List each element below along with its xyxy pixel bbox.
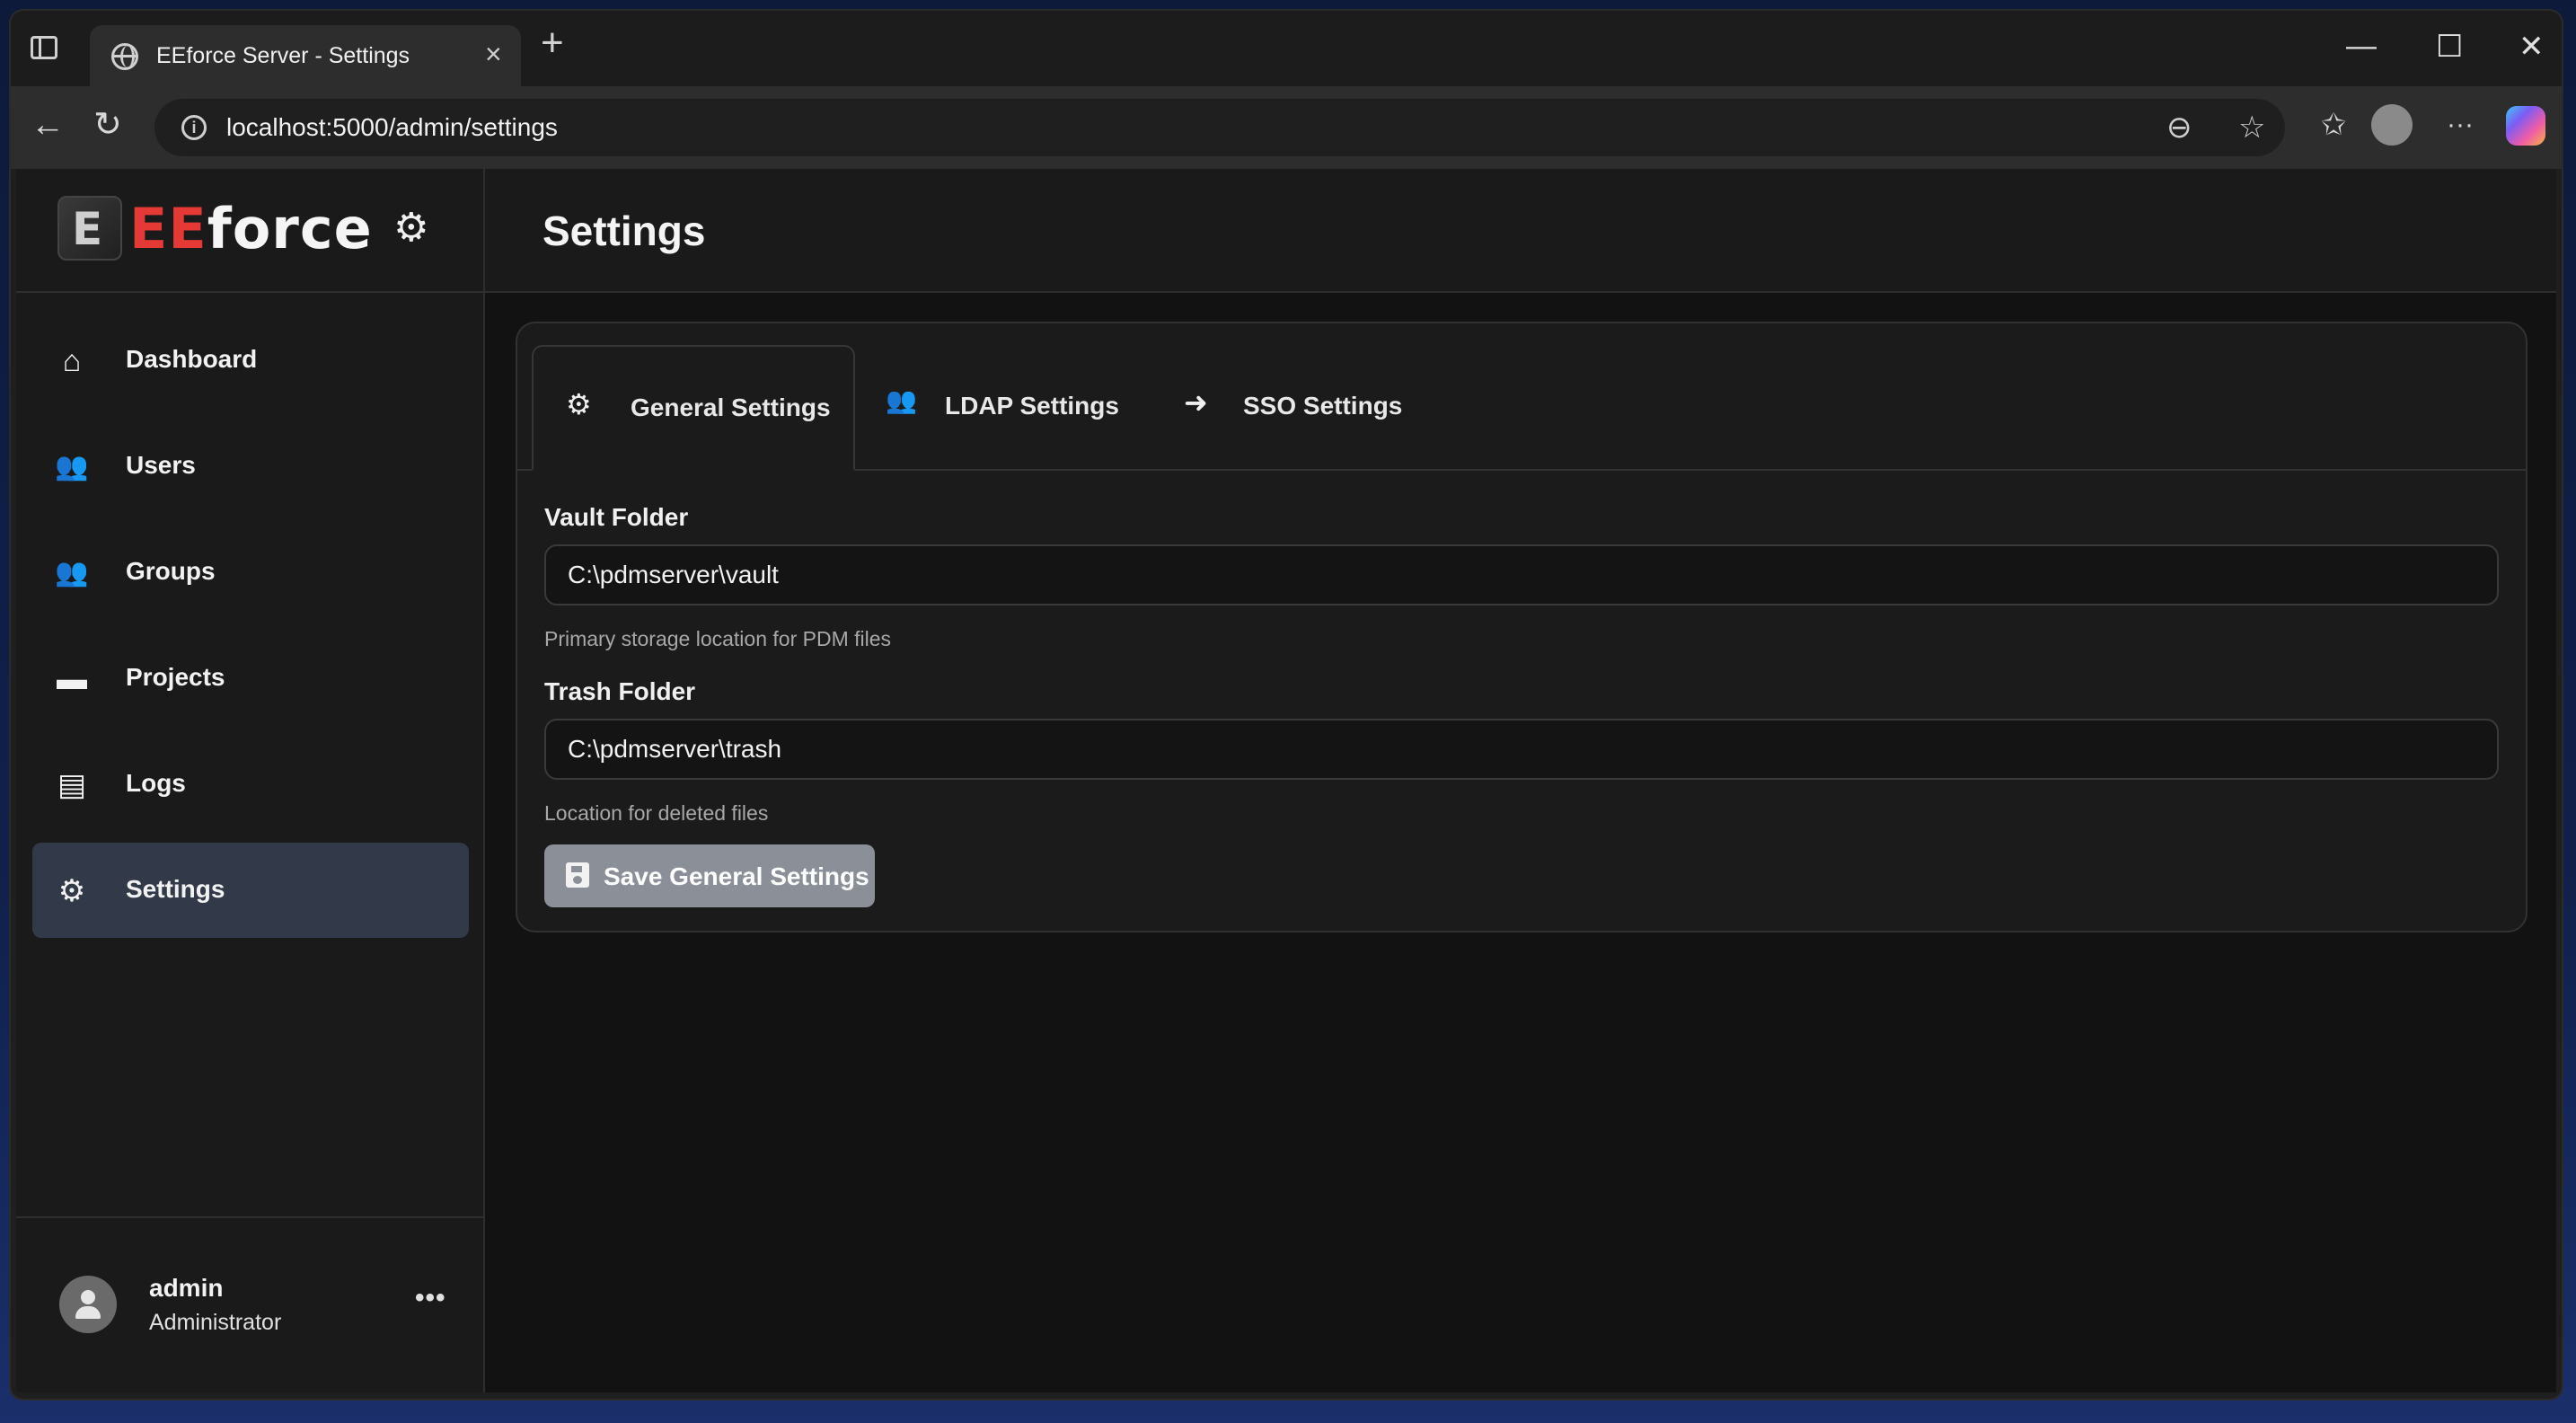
save-general-settings-button[interactable]: Save General Settings <box>544 844 875 907</box>
copilot-icon[interactable] <box>2506 106 2545 146</box>
tab-close-icon[interactable]: × <box>485 38 502 71</box>
trash-folder-label: Trash Folder <box>544 677 696 705</box>
page-title: Settings <box>543 208 706 254</box>
sidebar-item-label: Logs <box>126 769 186 797</box>
favorites-hub-icon[interactable]: ✩ <box>2321 110 2347 140</box>
tab-sso-settings[interactable]: ➜ SSO Settings <box>1160 345 1430 471</box>
gear-icon: ⚙ <box>57 874 86 908</box>
main-content: Settings ⚙ General Settings 👥 LDAP Setti… <box>485 169 2556 1392</box>
sidebar: EEforce ⚙ ⌂ Dashboard 👥 Users 👥 Groups ▬… <box>16 169 485 1392</box>
sidebar-item-logs[interactable]: ▤ Logs <box>32 737 469 832</box>
back-arrow-icon[interactable]: ← <box>31 108 65 142</box>
main-header: Settings <box>485 169 2556 293</box>
logo-wordmark: EEforce <box>129 196 373 261</box>
sidebar-item-settings[interactable]: ⚙ Settings <box>32 843 469 938</box>
tab-label: SSO Settings <box>1243 392 1403 420</box>
sidebar-item-groups[interactable]: 👥 Groups <box>32 525 469 620</box>
gear-icon: ⚙ <box>566 388 592 420</box>
settings-tabs: ⚙ General Settings 👥 LDAP Settings ➜ SSO… <box>517 323 2526 471</box>
new-tab-button[interactable]: + <box>541 23 564 63</box>
address-bar[interactable]: i localhost:5000/admin/settings ⊖ ☆ <box>154 99 2285 156</box>
close-window-button[interactable]: ✕ <box>2519 29 2545 65</box>
sidebar-item-dashboard[interactable]: ⌂ Dashboard <box>32 313 469 408</box>
profile-avatar[interactable] <box>2371 104 2413 146</box>
sidebar-item-label: Settings <box>126 875 225 903</box>
maximize-button[interactable]: ☐ <box>2436 29 2463 65</box>
site-info-icon[interactable]: i <box>181 115 207 140</box>
minimize-button[interactable]: — <box>2346 29 2377 64</box>
browser-tab[interactable]: EEforce Server - Settings × <box>90 25 521 88</box>
trash-folder-input[interactable] <box>544 719 2499 780</box>
read-aloud-icon[interactable]: ⊖ <box>2166 110 2192 146</box>
user-avatar <box>59 1276 117 1333</box>
folder-icon: ▬ <box>57 662 87 696</box>
browser-window: EEforce Server - Settings × + — ☐ ✕ ← ↻ … <box>11 11 2562 1399</box>
sign-in-icon: ➜ <box>1184 386 1208 419</box>
user-role: Administrator <box>149 1310 282 1335</box>
brand-header: EEforce ⚙ <box>16 169 483 293</box>
tab-label: General Settings <box>631 393 831 421</box>
favorite-star-icon[interactable]: ☆ <box>2238 110 2265 146</box>
reload-icon[interactable]: ↻ <box>93 108 122 142</box>
save-icon <box>566 862 589 888</box>
save-button-label: Save General Settings <box>604 862 869 890</box>
vault-folder-label: Vault Folder <box>544 503 689 531</box>
sidebar-item-label: Projects <box>126 663 225 691</box>
sidebar-item-label: Users <box>126 451 196 479</box>
logo-icon <box>57 196 122 261</box>
users-icon: 👥 <box>55 452 89 482</box>
tab-title: EEforce Server - Settings <box>156 43 410 68</box>
vault-folder-input[interactable] <box>544 544 2499 605</box>
vault-folder-help: Primary storage location for PDM files <box>544 627 892 650</box>
users-icon: 👥 <box>886 386 917 414</box>
sidebar-item-projects[interactable]: ▬ Projects <box>32 631 469 726</box>
sidebar-item-label: Dashboard <box>126 345 258 373</box>
settings-card: ⚙ General Settings 👥 LDAP Settings ➜ SSO… <box>516 322 2527 932</box>
sidebar-item-users[interactable]: 👥 Users <box>32 419 469 514</box>
url-text[interactable]: localhost:5000/admin/settings <box>226 113 558 142</box>
sidebar-toggle-icon[interactable] <box>31 36 57 59</box>
browser-toolbar: ← ↻ i localhost:5000/admin/settings ⊖ ☆ … <box>11 86 2562 169</box>
app-root: EEforce ⚙ ⌂ Dashboard 👥 Users 👥 Groups ▬… <box>16 169 2556 1392</box>
browser-titlebar: EEforce Server - Settings × + — ☐ ✕ <box>11 11 2562 88</box>
groups-icon: 👥 <box>55 558 89 588</box>
user-panel: admin Administrator ••• <box>16 1216 483 1392</box>
tab-label: LDAP Settings <box>945 392 1119 420</box>
sidebar-item-label: Groups <box>126 557 216 585</box>
settings-gear-icon[interactable]: ⚙ <box>393 208 428 248</box>
tab-general-settings[interactable]: ⚙ General Settings <box>532 345 855 471</box>
tab-ldap-settings[interactable]: 👥 LDAP Settings <box>859 345 1155 471</box>
globe-icon <box>111 43 138 70</box>
trash-folder-help: Location for deleted files <box>544 801 769 825</box>
home-icon: ⌂ <box>62 344 82 378</box>
file-icon: ▤ <box>57 768 87 802</box>
user-name: admin <box>149 1274 224 1302</box>
user-more-icon[interactable]: ••• <box>415 1283 446 1313</box>
more-menu-icon[interactable]: ··· <box>2447 111 2474 138</box>
